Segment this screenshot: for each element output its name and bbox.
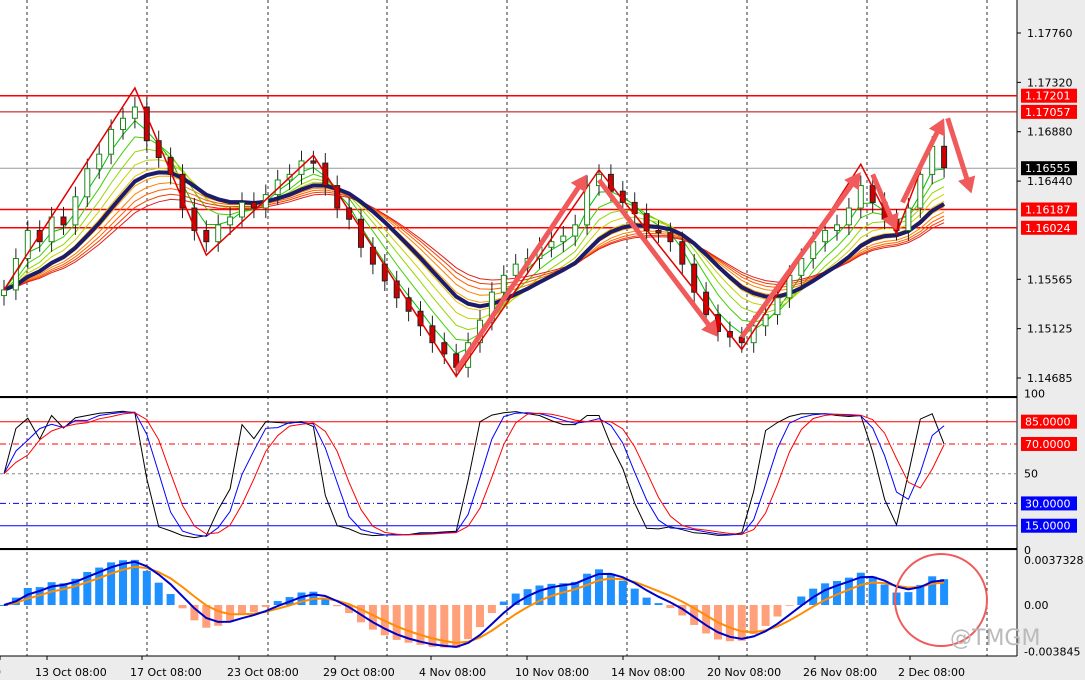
stoch-level-label: 70.0000 — [1025, 438, 1071, 451]
candle-body — [96, 153, 103, 170]
price-tick-label: 1.17320 — [1027, 76, 1073, 89]
macd-histogram-bar — [178, 605, 187, 609]
time-tick-label: 14 Nov 08:00 — [611, 666, 685, 679]
time-tick-label: 2 Dec 08:00 — [898, 666, 965, 679]
price-pane — [0, 0, 1017, 396]
macd-histogram-bar — [428, 605, 437, 647]
stoch-level-label: 15.0000 — [1025, 520, 1071, 533]
macd-histogram-bar — [868, 576, 877, 605]
candle-body — [358, 218, 364, 248]
time-tick-label: 0 — [0, 666, 1, 679]
candle-body — [1, 289, 7, 297]
price-tag-label: 1.16555 — [1025, 162, 1071, 175]
macd-histogram-bar — [904, 592, 913, 605]
macd-histogram-bar — [630, 588, 639, 605]
candle-body — [774, 297, 781, 316]
macd-histogram-bar — [166, 594, 175, 605]
macd-histogram-bar — [464, 605, 473, 640]
macd-tick-label: 0.00 — [1024, 599, 1049, 612]
candle-body — [667, 232, 674, 243]
candle-body — [822, 229, 829, 243]
macd-histogram-bar — [666, 605, 675, 609]
candle-body — [60, 216, 67, 226]
price-tag-label: 1.17057 — [1025, 106, 1071, 119]
macd-histogram-bar — [618, 580, 627, 605]
candle-body — [679, 241, 686, 265]
macd-histogram-bar — [785, 605, 794, 606]
macd-histogram-bar — [642, 597, 651, 605]
macd-histogram-bar — [476, 605, 484, 628]
candle-body — [131, 106, 138, 119]
candle-body — [917, 173, 924, 209]
macd-histogram-bar — [59, 583, 68, 605]
price-tick-label: 1.17760 — [1027, 27, 1073, 40]
trading-chart[interactable]: 1.17760 1.17320 1.16880 1.16440 1.15565 1.151… — [0, 0, 1085, 680]
price-tick-label: 1.14685 — [1027, 372, 1073, 385]
candle-body — [572, 224, 579, 237]
price-tick-label: 1.16440 — [1027, 175, 1073, 188]
macd-histogram-bar — [416, 605, 425, 645]
candle-body — [655, 229, 662, 234]
candle-body — [72, 196, 79, 226]
candle-body — [905, 207, 912, 231]
time-tick-label: 26 Nov 08:00 — [803, 666, 877, 679]
macd-histogram-bar — [892, 592, 901, 605]
price-tick-label: 1.15565 — [1027, 273, 1073, 286]
candle-body — [512, 263, 519, 276]
candle-body — [310, 160, 317, 164]
macd-histogram-bar — [487, 605, 496, 614]
macd-histogram-bar — [773, 605, 782, 617]
macd-tick-label: 0.0037328 — [1024, 554, 1084, 567]
macd-histogram-bar — [154, 582, 163, 605]
time-tick-label: 20 Nov 08:00 — [707, 666, 781, 679]
time-tick-label: 23 Oct 08:00 — [227, 666, 299, 679]
macd-histogram-bar — [880, 584, 889, 605]
candle-body — [108, 128, 115, 155]
candle-body — [441, 342, 448, 355]
time-tick-label: 13 Oct 08:00 — [35, 666, 107, 679]
macd-histogram-bar — [571, 581, 580, 605]
macd-histogram-bar — [702, 605, 711, 634]
candle-body — [239, 201, 245, 218]
candle-body — [845, 207, 852, 226]
candle-body — [560, 235, 567, 243]
stoch-level-label: 85.0000 — [1025, 416, 1071, 429]
candle-body — [250, 201, 257, 209]
macd-histogram-bar — [761, 605, 770, 626]
candle-body — [941, 145, 948, 169]
time-tick-label: 17 Oct 08:00 — [130, 666, 202, 679]
price-tag-label: 1.16187 — [1025, 203, 1071, 216]
macd-histogram-bar — [142, 570, 151, 605]
macd-histogram-bar — [333, 605, 342, 607]
candle-body — [857, 185, 864, 209]
price-tick-label: 1.15125 — [1027, 323, 1073, 336]
time-tick-label: 10 Nov 08:00 — [515, 666, 589, 679]
macd-histogram-bar — [749, 605, 758, 635]
macd-histogram-bar — [249, 605, 258, 613]
macd-histogram-bar — [737, 605, 746, 641]
time-tick-label: 4 Nov 08:00 — [419, 666, 486, 679]
macd-histogram-bar — [654, 603, 663, 605]
price-tick-label: 1.16880 — [1027, 126, 1073, 139]
candle-body — [215, 224, 222, 243]
candle-body — [500, 274, 507, 293]
stoch-level-label: 30.0000 — [1025, 497, 1071, 510]
stoch-tick-label: 50 — [1024, 468, 1038, 481]
candle-body — [84, 168, 91, 198]
candle-body — [120, 117, 126, 130]
stoch-tick-label: 100 — [1024, 387, 1045, 400]
time-tick-label: 29 Oct 08:00 — [323, 666, 395, 679]
price-tag-label: 1.17201 — [1025, 90, 1071, 103]
watermark: @TMGM — [950, 626, 1040, 651]
price-tag-label: 1.16024 — [1025, 222, 1071, 235]
candle-body — [227, 216, 234, 226]
candle-body — [48, 216, 55, 243]
macd-histogram-bar — [119, 560, 127, 605]
candle-body — [834, 224, 840, 231]
macd-histogram-bar — [261, 605, 270, 608]
macd-histogram-bar — [499, 601, 508, 605]
macd-histogram-bar — [452, 605, 461, 648]
candle-body — [203, 229, 210, 243]
